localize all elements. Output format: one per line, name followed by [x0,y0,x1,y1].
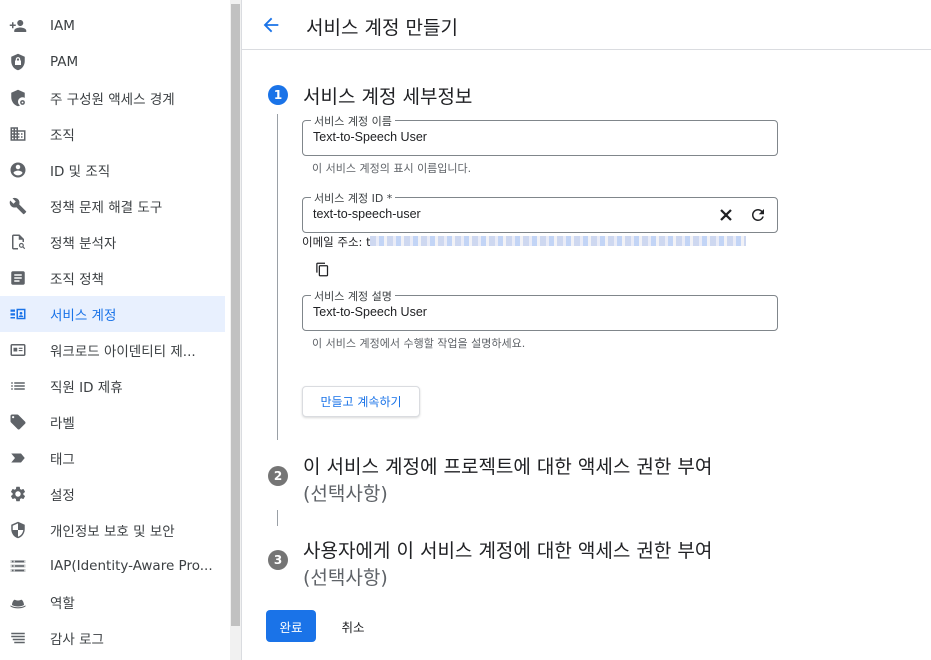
sidebar-item-account-circle[interactable]: ID 및 조직 [0,152,225,188]
sidebar-item-label: 설정 [50,488,75,504]
shield-icon [9,521,27,539]
sidebar-item-label: 라벨 [50,416,75,432]
building-icon [9,125,27,143]
sidebar-item-label: 워크로드 아이덴티티 제... [50,344,196,360]
step-2-title[interactable]: 이 서비스 계정에 프로젝트에 대한 액세스 권한 부여 [303,452,712,479]
lines-icon [9,629,27,647]
step-2-number: 2 [268,466,288,486]
sidebar-item-person-add[interactable]: IAM [0,8,225,44]
sidebar-item-label: 개인정보 보호 및 보안 [50,524,175,540]
done-button[interactable]: 완료 [266,610,316,642]
regenerate-id-button[interactable] [747,204,769,226]
service-account-description-field[interactable]: 서비스 계정 설명 Text-to-Speech User [302,288,778,331]
sidebar-item-label: PAM [50,54,79,70]
arrow-back-icon [260,14,282,36]
list-icon [9,377,27,395]
service-account-name-hint: 이 서비스 계정의 표시 이름입니다. [312,162,472,175]
sidebar: IAM PAM 주 구성원 액세스 경계조직 ID 및 조직정책 문제 해결 도구정책… [0,0,230,660]
sidebar-item-shield-gear[interactable]: 주 구성원 액세스 경계 [0,80,225,116]
email-address-text: 이메일 주소: t [302,235,371,249]
page-header: 서비스 계정 만들기 [242,0,931,50]
step-1-number: 1 [268,85,288,105]
sidebar-item-label: 주 구성원 액세스 경계 [50,92,175,108]
service-account-name-label: 서비스 계정 이름 [311,113,395,129]
label-icon [9,413,27,431]
refresh-icon [749,206,767,224]
step-3-title[interactable]: 사용자에게 이 서비스 계정에 대한 액세스 권한 부여 [303,536,712,563]
sidebar-item-label: 직원 ID 제휴 [50,380,123,396]
service-account-description-hint: 이 서비스 계정에서 수행할 작업을 설명하세요. [312,337,526,350]
sidebar-item-label: 서비스 계정 [50,308,117,324]
sidebar-item-wrench[interactable]: 정책 문제 해결 도구 [0,188,225,224]
id-card-icon [9,341,27,359]
sidebar-item-shield-lock[interactable]: PAM [0,44,225,80]
gear-icon [9,485,27,503]
service-account-id-value[interactable]: text-to-speech-user [313,207,421,221]
copy-icon [315,262,330,277]
app-root: IAM PAM 주 구성원 액세스 경계조직 ID 및 조직정책 문제 해결 도구정책… [0,0,931,660]
tag-arrow-icon [9,449,27,467]
service-account-description-value[interactable]: Text-to-Speech User [313,305,427,319]
shield-gear-icon [9,89,27,107]
step-3-optional: (선택사항) [303,567,388,589]
create-and-continue-button[interactable]: 만들고 계속하기 [302,386,420,417]
sidebar-item-label: 조직 [50,128,75,144]
sidebar-item-policy-search[interactable]: 정책 분석자 [0,224,225,260]
sidebar-item-label: 정책 문제 해결 도구 [50,200,163,216]
sidebar-item-label: 정책 분석자 [50,236,117,252]
service-account-id-field[interactable]: 서비스 계정 ID * text-to-speech-user [302,190,778,233]
service-account-name-value[interactable]: Text-to-Speech User [313,130,427,144]
email-address-redacted [370,236,746,246]
sidebar-item-label: IAP(Identity-Aware Pro... [50,558,213,574]
policy-search-icon [9,233,27,251]
sidebar-item-lines[interactable]: 감사 로그 [0,620,225,656]
sidebar-item-service-account[interactable]: 서비스 계정 [0,296,225,332]
sidebar-item-list[interactable]: 직원 ID 제휴 [0,368,225,404]
service-account-id-label: 서비스 계정 ID * [311,190,396,206]
close-icon [717,206,735,224]
sidebar-item-building[interactable]: 조직 [0,116,225,152]
sidebar-item-iap[interactable]: IAP(Identity-Aware Pro... [0,548,225,584]
step-2-connector [277,510,278,526]
sidebar-divider [241,0,242,660]
step-1-title: 서비스 계정 세부정보 [303,86,473,108]
sidebar-item-label: 역할 [50,596,75,612]
document-icon [9,269,27,287]
sidebar-item-label: ID 및 조직 [50,164,111,180]
hat-icon [9,593,27,611]
sidebar-item-id-card[interactable]: 워크로드 아이덴티티 제... [0,332,225,368]
sidebar-item-tag-arrow[interactable]: 태그 [0,440,225,476]
sidebar-item-label[interactable]: 라벨 [0,404,225,440]
step-3-number: 3 [268,550,288,570]
wrench-icon [9,197,27,215]
sidebar-item-document[interactable]: 조직 정책 [0,260,225,296]
sidebar-item-label: 조직 정책 [50,272,104,288]
cancel-button[interactable]: 취소 [330,610,376,642]
step-1-connector [277,114,278,440]
back-button[interactable] [258,12,284,38]
sidebar-item-label: 태그 [50,452,75,468]
sidebar-item-label: IAM [50,18,75,34]
sidebar-scrollbar-thumb[interactable] [231,4,240,626]
service-account-icon [9,305,27,323]
sidebar-item-hat[interactable]: 역할 [0,584,225,620]
copy-email-button[interactable] [313,260,331,278]
sidebar-item-gear[interactable]: 설정 [0,476,225,512]
shield-lock-icon [9,53,27,71]
iap-icon [9,557,27,575]
step-2-optional: (선택사항) [303,483,388,505]
clear-id-button[interactable] [715,204,737,226]
account-circle-icon [9,161,27,179]
sidebar-item-label: 감사 로그 [50,632,104,648]
service-account-description-label: 서비스 계정 설명 [311,288,395,304]
page-title: 서비스 계정 만들기 [306,17,458,39]
service-account-name-field[interactable]: 서비스 계정 이름 Text-to-Speech User [302,113,778,156]
sidebar-item-shield[interactable]: 개인정보 보호 및 보안 [0,512,225,548]
person-add-icon [9,17,27,35]
